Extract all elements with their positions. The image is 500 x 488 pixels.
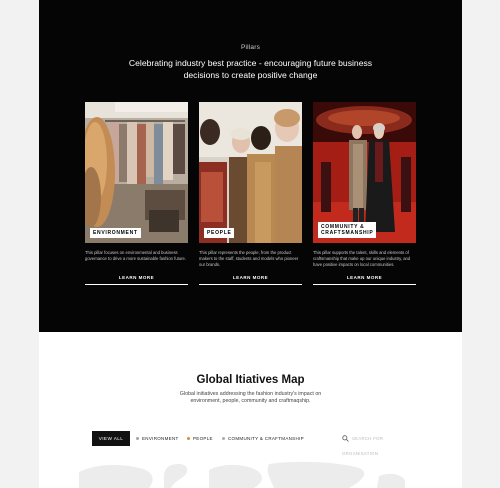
environment-dot-icon xyxy=(136,436,139,440)
filter-people[interactable]: PEOPLE xyxy=(187,431,213,446)
environment-tag: ENVIRONMENT xyxy=(90,228,141,238)
world-map[interactable] xyxy=(39,458,462,488)
pillars-section: Pillars Celebrating industry best practi… xyxy=(39,0,462,332)
filter-people-label: PEOPLE xyxy=(193,436,213,441)
pillar-card-community[interactable]: COMMUNITY & CRAFTSMANSHIP This pillar su… xyxy=(313,102,416,285)
section-eyebrow: Pillars xyxy=(240,44,261,51)
pillar-card-people[interactable]: PEOPLE This pillar represents the people… xyxy=(199,102,302,285)
community-photo[interactable]: COMMUNITY & CRAFTSMANSHIP xyxy=(313,102,416,243)
filter-community[interactable]: COMMUNITY & CRAFTMANSHIP xyxy=(222,431,304,446)
search-icon xyxy=(342,435,349,442)
section-headline: Celebrating industry best practice - enc… xyxy=(128,58,373,81)
community-description: This pillar supports the talent, skills … xyxy=(313,250,411,267)
community-tag: COMMUNITY & CRAFTSMANSHIP xyxy=(318,222,377,238)
environment-learn-more-link[interactable]: LEARN MORE xyxy=(85,275,188,285)
people-learn-more-link[interactable]: LEARN MORE xyxy=(199,275,302,285)
map-title: Global Itiatives Map xyxy=(196,374,305,386)
people-description: This pillar represents the people, from … xyxy=(199,250,299,267)
environment-photo[interactable]: ENVIRONMENT xyxy=(85,102,188,243)
map-subtitle: Global initiatives addressing the fashio… xyxy=(179,391,322,405)
people-photo[interactable]: PEOPLE xyxy=(199,102,302,243)
community-learn-more-link[interactable]: LEARN MORE xyxy=(313,275,416,285)
filter-community-label: COMMUNITY & CRAFTMANSHIP xyxy=(228,436,304,441)
filter-environment-label: ENVIRONMENT xyxy=(142,436,179,441)
page-frame: Pillars Celebrating industry best practi… xyxy=(39,0,462,488)
organisation-search[interactable]: SEARCH FOR ORGANISATION xyxy=(342,431,417,456)
pillar-card-environment[interactable]: ENVIRONMENT This pillar focuses on envir… xyxy=(85,102,188,285)
community-dot-icon xyxy=(222,436,225,440)
community-tag-line2: CRAFTSMANSHIP xyxy=(321,230,374,236)
people-dot-icon xyxy=(187,436,190,440)
environment-description: This pillar focuses on environmental and… xyxy=(85,250,187,261)
filter-environment[interactable]: ENVIRONMENT xyxy=(136,431,179,446)
people-tag: PEOPLE xyxy=(204,228,235,238)
view-all-button[interactable]: VIEW ALL xyxy=(92,431,130,446)
map-filter-bar: VIEW ALL ENVIRONMENT PEOPLE COMMUNITY & … xyxy=(92,431,417,456)
